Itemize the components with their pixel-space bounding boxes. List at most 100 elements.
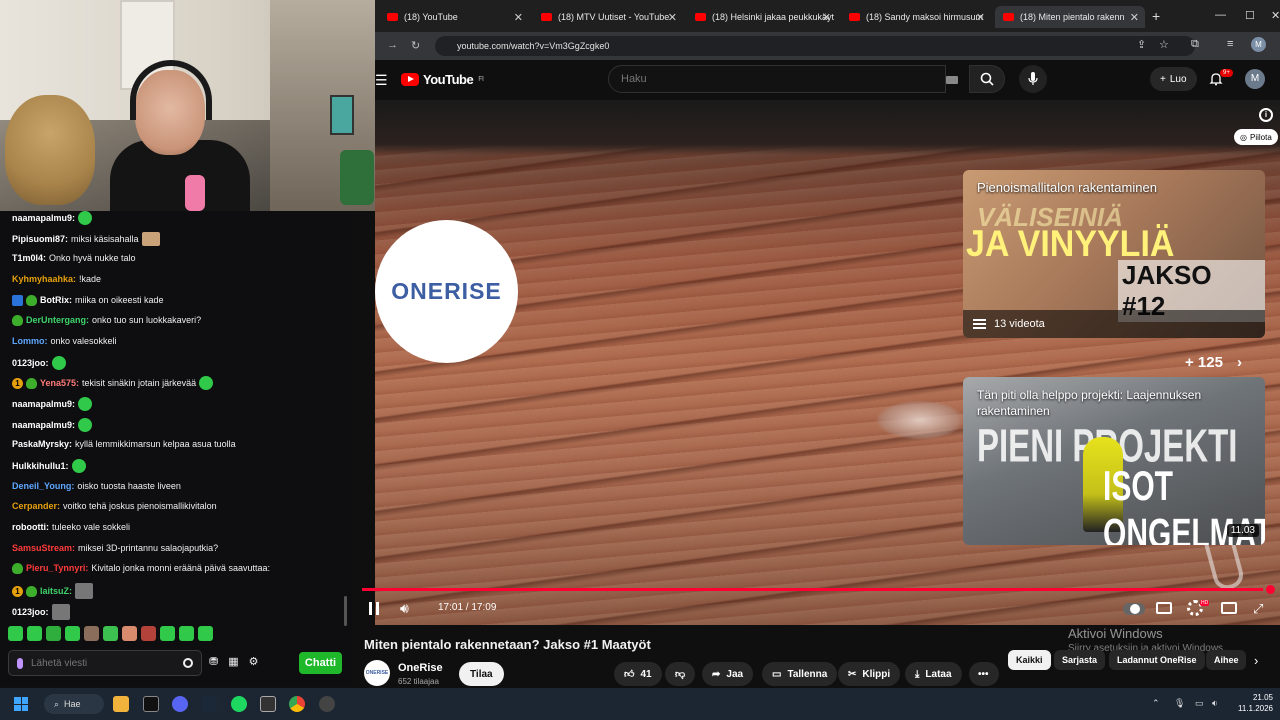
bookmark-star-icon[interactable]: ☆ <box>1159 38 1169 51</box>
close-tab-icon[interactable]: ✕ <box>1130 11 1139 24</box>
chat-username[interactable]: SamsuStream: <box>12 542 75 554</box>
emote-icon[interactable] <box>8 626 23 641</box>
chat-username[interactable]: 0123joo: <box>12 357 49 369</box>
more-actions-button[interactable]: ••• <box>969 662 999 686</box>
emote-icon[interactable] <box>179 626 194 641</box>
close-tab-icon[interactable]: ✕ <box>976 11 985 24</box>
channel-name[interactable]: OneRise <box>398 662 443 674</box>
close-window-button[interactable]: ✕ <box>1271 9 1280 22</box>
chip-topic[interactable]: Aihee <box>1206 650 1246 670</box>
chat-username[interactable]: naamapalmu9: <box>12 212 75 224</box>
autoplay-toggle[interactable] <box>1123 603 1145 615</box>
chat-username[interactable]: 0123joo: <box>12 606 49 618</box>
user-avatar[interactable]: M <box>1245 69 1265 89</box>
chat-scrollbar[interactable] <box>344 596 347 626</box>
tray-volume-icon[interactable]: 🔉︎ <box>1212 698 1218 709</box>
emote-icon[interactable] <box>141 626 156 641</box>
volume-icon[interactable]: 🔊︎ <box>400 600 409 617</box>
subscribe-button[interactable]: Tilaa <box>459 662 504 686</box>
chat-username[interactable]: DerUntergang: <box>26 314 89 326</box>
emote-icon[interactable] <box>198 626 213 641</box>
chip-all[interactable]: Kaikki <box>1008 650 1051 670</box>
browser-profile-avatar[interactable]: M <box>1251 37 1266 52</box>
channel-watermark[interactable]: ONERISE <box>375 220 518 363</box>
taskbar-clock[interactable]: 21.05 11.1.2026 <box>1238 692 1273 714</box>
chip-channel[interactable]: Ladannut OneRise <box>1109 650 1205 670</box>
forward-icon[interactable]: → <box>387 39 398 51</box>
fullscreen-icon[interactable]: ⤢ <box>1253 601 1263 617</box>
youtube-logo[interactable]: YouTube FI <box>401 72 484 87</box>
emote-icon[interactable] <box>78 211 93 225</box>
chrome-icon[interactable] <box>289 696 305 712</box>
discord-icon[interactable] <box>172 696 188 712</box>
chat-username[interactable]: laitsuZ: <box>40 585 72 597</box>
share-button[interactable]: ➦ Jaa <box>702 662 754 686</box>
chat-username[interactable]: naamapalmu9: <box>12 419 75 431</box>
end-screen-video-card[interactable]: PIENI PROJEKTI ISOT ONGELMAT Tän piti ol… <box>963 377 1265 545</box>
download-button[interactable]: ⤓ Lataa <box>905 662 962 686</box>
chip-series[interactable]: Sarjasta <box>1054 650 1106 670</box>
emote-icon[interactable] <box>65 626 80 641</box>
emote-icon[interactable] <box>75 583 94 599</box>
extensions-icon[interactable]: ⧉ <box>1191 38 1199 51</box>
chat-username[interactable]: BotRix: <box>40 294 72 306</box>
windows-start-icon[interactable] <box>14 697 28 711</box>
steam-icon[interactable] <box>201 696 217 712</box>
chat-input-box[interactable] <box>8 650 202 676</box>
emote-icon[interactable] <box>51 604 70 620</box>
gift-icon[interactable]: ▦ <box>228 655 238 668</box>
chat-username[interactable]: robootti: <box>12 521 49 533</box>
save-button[interactable]: ▭ Tallenna <box>762 662 838 686</box>
emote-icon[interactable] <box>78 418 93 432</box>
chat-username[interactable]: Deneil_Young: <box>12 480 74 492</box>
voice-search-button[interactable] <box>1019 65 1047 93</box>
emote-icon[interactable] <box>78 397 93 411</box>
media-icon[interactable]: ≡ <box>1227 38 1233 50</box>
minimize-button[interactable]: — <box>1215 9 1226 21</box>
progress-bar[interactable] <box>362 588 1263 591</box>
subtitles-icon[interactable] <box>1156 602 1172 614</box>
close-tab-icon[interactable]: ✕ <box>668 11 677 24</box>
chat-username[interactable]: Kyhmyhaahka: <box>12 273 76 285</box>
clip-button[interactable]: ✂ Klippi <box>838 662 901 686</box>
file-explorer-icon[interactable] <box>113 696 129 712</box>
keyboard-icon[interactable] <box>946 76 958 84</box>
bits-icon[interactable]: ⛃ <box>209 655 218 668</box>
taskbar-search[interactable]: ⌕ Hae <box>44 694 104 714</box>
progress-scrubber[interactable] <box>1266 585 1275 594</box>
pause-button[interactable] <box>369 602 379 615</box>
dislike-button[interactable]: 👎︎ <box>665 662 696 686</box>
emote-icon[interactable] <box>51 356 66 370</box>
tab-youtube-home[interactable]: (18) YouTube ✕ <box>379 6 529 28</box>
info-icon[interactable]: i <box>1259 108 1273 122</box>
emote-icon[interactable] <box>27 626 42 641</box>
chat-username[interactable]: Yena575: <box>40 377 79 389</box>
tab-mtv-uutiset[interactable]: (18) MTV Uutiset - YouTube ✕ <box>533 6 683 28</box>
close-tab-icon[interactable]: ✕ <box>822 11 831 24</box>
emote-icon[interactable] <box>160 626 175 641</box>
close-tab-icon[interactable]: ✕ <box>514 11 523 24</box>
tab-sandy[interactable]: (18) Sandy maksoi hirmusum ✕ <box>841 6 991 28</box>
theater-mode-icon[interactable] <box>1221 602 1237 614</box>
emote-icon[interactable] <box>141 232 160 246</box>
settings-icon[interactable]: ⚙ <box>249 655 259 668</box>
install-icon[interactable]: ⇪ <box>1137 38 1146 51</box>
emote-icon[interactable] <box>199 376 214 390</box>
chat-username[interactable]: Lommo: <box>12 335 48 347</box>
end-screen-playlist-card[interactable]: VÄLISEINIÄ JA VINYYLIÄ JAKSO #12 Pienois… <box>963 170 1265 338</box>
emote-icon[interactable] <box>103 626 118 641</box>
chat-username[interactable]: Pieru_Tynnyri: <box>26 562 88 574</box>
app-icon[interactable] <box>143 696 159 712</box>
new-tab-button[interactable]: + <box>1152 8 1160 24</box>
search-input[interactable] <box>609 66 945 92</box>
emote-icon[interactable] <box>46 626 61 641</box>
search-button[interactable] <box>969 65 1005 93</box>
obs-icon[interactable] <box>319 696 335 712</box>
emoji-icon[interactable] <box>183 658 193 668</box>
chat-send-button[interactable]: Chatti <box>299 652 342 674</box>
tab-active-video[interactable]: (18) Miten pientalo rakenn ✕ <box>995 6 1145 28</box>
url-field[interactable]: youtube.com/watch?v=Vm3GgZcgke0 <box>435 36 1195 56</box>
create-button[interactable]: + Luo <box>1150 67 1197 91</box>
chat-username[interactable]: Pipisuomi87: <box>12 233 68 245</box>
mic-icon[interactable] <box>17 657 23 669</box>
